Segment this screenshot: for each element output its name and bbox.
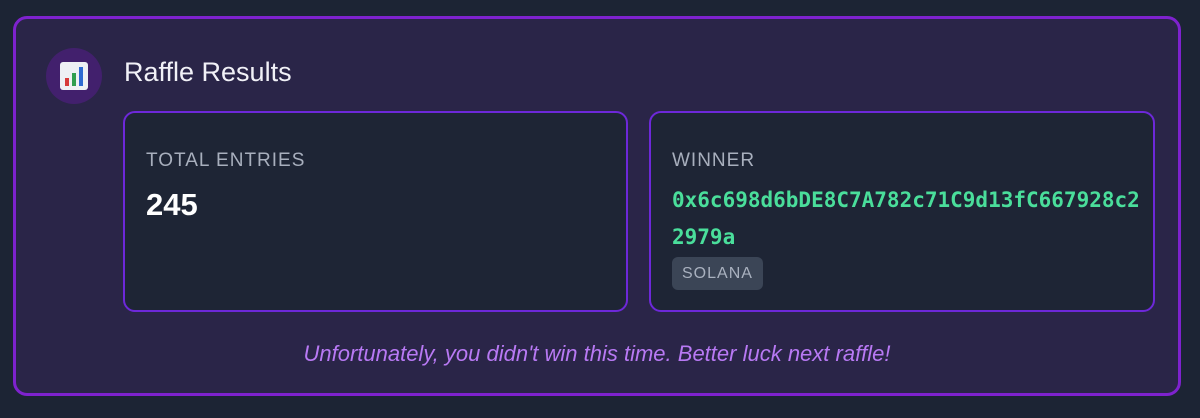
page-title: Raffle Results [124,57,292,87]
total-entries-panel: TOTAL ENTRIES 245 [123,111,628,312]
total-entries-label: TOTAL ENTRIES [146,150,306,171]
winner-panel: WINNER 0x6c698d6bDE8C7A782c71C9d13fC6679… [649,111,1155,312]
winner-label: WINNER [672,150,756,171]
bar-chart-icon [46,48,102,104]
winner-address[interactable]: 0x6c698d6bDE8C7A782c71C9d13fC667928c2297… [672,182,1142,256]
raffle-results-card: Raffle Results TOTAL ENTRIES 245 WINNER … [13,16,1181,396]
chain-badge: SOLANA [672,257,763,290]
total-entries-value: 245 [146,187,198,222]
result-message: Unfortunately, you didn't win this time.… [303,341,891,366]
